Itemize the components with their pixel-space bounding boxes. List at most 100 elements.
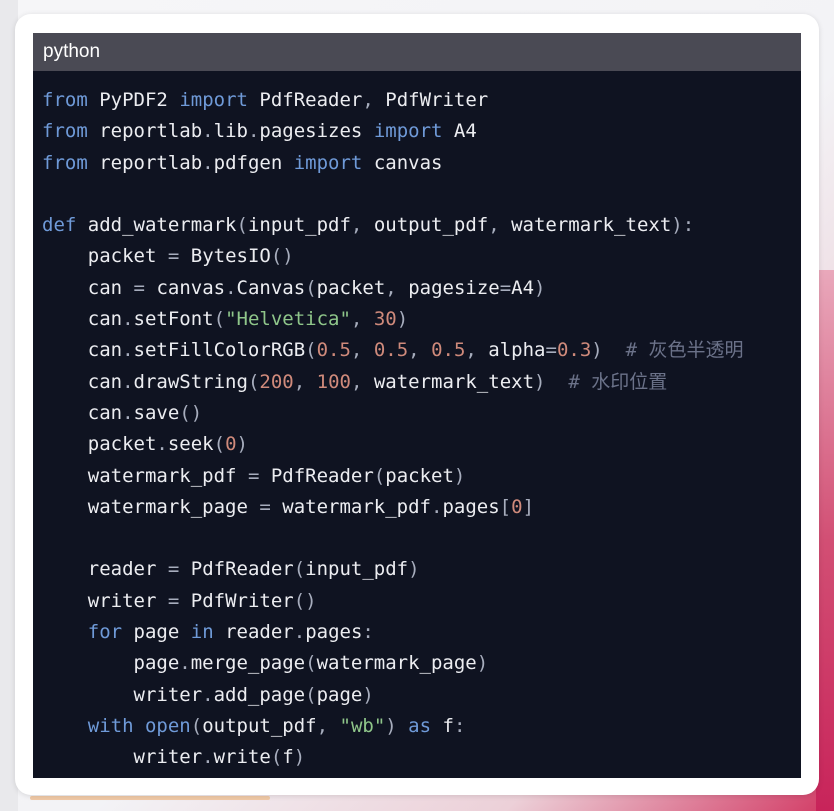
code-token: in [190,621,214,644]
code-token: ) [591,339,603,362]
code-content[interactable]: from PyPDF2 import PdfReader, PdfWriter f… [33,71,801,774]
code-token: 0 [225,433,237,456]
code-token: def [42,214,77,237]
code-token: ( [236,214,248,237]
code-token: setFont [133,308,214,331]
code-token: . [179,652,191,675]
code-line: watermark_page = watermark_pdf.pages[0] [42,492,801,523]
code-token: ) [385,714,397,737]
code-token: Canvas [236,276,306,299]
code-token: , [408,339,420,362]
code-token: merge_page [190,652,306,675]
code-token: writer [133,683,203,706]
code-token: add_page [213,683,306,706]
code-line: can.setFont("Helvetica", 30) [42,304,801,335]
code-token: ) [236,433,248,456]
code-token: reportlab [99,151,203,174]
code-token: pages [305,621,363,644]
code-token: write [213,746,271,769]
code-token: 200 [259,370,294,393]
code-token: ( [190,714,203,737]
code-token: . [122,308,134,331]
code-token: . [156,433,168,456]
code-token: = [133,276,145,299]
code-token: alpha [488,339,546,362]
code-line: reader = PdfReader(input_pdf) [42,554,801,585]
code-token: canvas [373,151,443,174]
code-token: , [385,276,397,299]
code-token: = [259,495,271,518]
code-line: can.drawString(200, 100, watermark_text)… [42,367,801,398]
code-token: packet [87,245,157,268]
code-token: PyPDF2 [99,89,168,111]
code-token: from [42,120,88,143]
code-token: ( [247,370,260,393]
code-token: . [202,746,214,769]
code-token: ( [305,652,317,675]
code-token: ( [293,558,306,581]
code-token: writer [87,589,157,612]
code-token: lib [213,120,248,143]
code-token: = [247,464,260,487]
background-accent-bar [30,796,270,800]
code-token: from [42,151,88,174]
code-line: can.save() [42,398,801,429]
code-token: ) [534,276,546,299]
code-token: drawString [133,370,248,393]
code-line: with open(output_pdf, "wb") as f: [42,711,801,742]
code-token: . [122,339,134,362]
code-token: BytesIO [190,245,271,268]
code-token: page [133,621,180,644]
code-token: 0.5 [431,339,466,362]
code-token: . [293,621,306,644]
code-line: from reportlab.pdfgen import canvas [42,148,801,179]
code-token: ( [373,464,386,487]
code-token: () [270,245,294,268]
code-token: , [350,339,363,362]
code-token: . [202,120,214,143]
code-token: from [42,89,88,111]
code-token: , [488,214,500,237]
code-token: ] [522,495,535,518]
code-token: watermark_text [511,214,672,237]
code-token: () [179,401,203,424]
code-token: ) [396,308,409,331]
code-token: = [545,339,557,362]
code-token: writer [133,746,203,769]
code-token: for [87,621,123,644]
code-token: output_pdf [202,714,317,737]
code-token: 100 [316,370,351,393]
code-token: ( [305,339,317,362]
code-token: ) [293,746,306,769]
code-token: ) [534,370,546,393]
code-token: packet [87,433,157,456]
code-token: ) [476,652,489,675]
code-line: watermark_pdf = PdfReader(packet) [42,461,801,492]
code-line: from reportlab.lib.pagesizes import A4 [42,116,801,147]
code-token: output_pdf [373,214,489,237]
code-token: f [282,746,294,769]
